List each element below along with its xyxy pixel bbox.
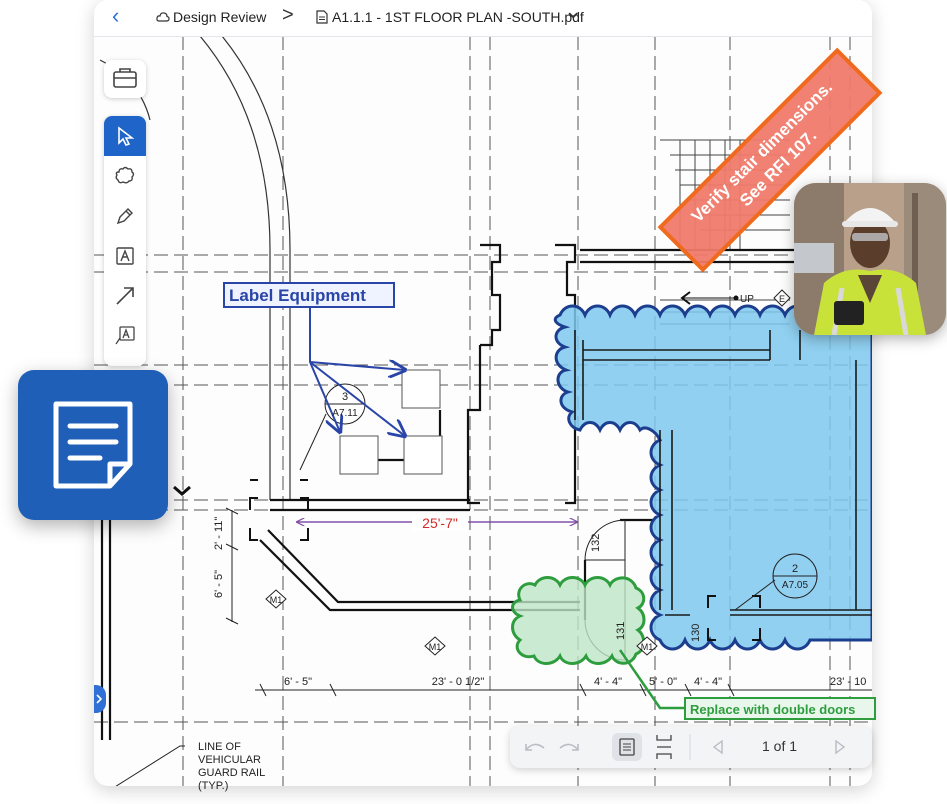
briefcase-icon — [104, 60, 146, 98]
previous-page-icon[interactable] — [714, 741, 722, 753]
dim-vertical-2: 6' - 5" — [213, 570, 225, 598]
detail2-sheet: A7.05 — [782, 580, 809, 591]
room-130: 130 — [690, 624, 702, 642]
text-tool[interactable] — [104, 236, 146, 276]
arrow-icon — [113, 284, 137, 308]
chevron-right-icon — [94, 685, 106, 713]
page-indicator: 1 of 1 — [762, 738, 797, 754]
dim-3: 4' - 4" — [594, 676, 622, 688]
callout-tool[interactable] — [104, 316, 146, 356]
arrow-tool[interactable] — [104, 276, 146, 316]
breadcrumb-separator: > — [282, 4, 294, 26]
detail2-number: 2 — [792, 563, 798, 575]
room-132: 132 — [590, 534, 602, 552]
dim-1: 6' - 5" — [284, 676, 312, 688]
dim-vertical-1: 2' - 11" — [213, 517, 225, 550]
dim-4: 5' - 0" — [649, 676, 677, 688]
cloud-icon — [113, 164, 137, 188]
project-name: Design Review — [173, 9, 266, 25]
portfolio-button[interactable] — [104, 60, 146, 98]
redo-icon[interactable] — [560, 744, 578, 750]
dim-5: 4' - 4" — [694, 676, 722, 688]
note-icon — [18, 370, 168, 520]
detail-number: 3 — [342, 391, 348, 403]
continuous-scroll-icon[interactable] — [657, 735, 671, 759]
undo-icon[interactable] — [526, 744, 544, 750]
cloud-tool[interactable] — [104, 156, 146, 196]
dimension-label[interactable]: 25'-7" — [422, 515, 458, 531]
next-page-icon[interactable] — [836, 741, 844, 753]
label-equipment-text[interactable]: Label Equipment — [229, 286, 366, 305]
tag-m1: M1 — [641, 642, 654, 652]
detail-sheet: A7.11 — [332, 408, 358, 419]
pen-tool[interactable] — [104, 196, 146, 236]
file-name: A1.1.1 - 1ST FLOOR PLAN -SOUTH.pdf — [332, 9, 584, 25]
up-label: UP — [740, 294, 754, 305]
note-line-4: (TYP.) — [198, 780, 228, 792]
chevron-down-icon[interactable]: ⌄ — [564, 0, 582, 22]
project-icon — [156, 10, 170, 24]
note-line-1: LINE OF — [198, 741, 241, 753]
green-cloud-markup — [513, 578, 645, 664]
note-line-2: VEHICULAR — [198, 754, 261, 766]
note-line-3: GUARD RAIL — [198, 767, 265, 779]
callout-icon — [113, 324, 137, 348]
collaborator-avatar — [794, 183, 946, 335]
tag-m1: M1 — [270, 595, 283, 605]
file-icon — [316, 10, 328, 24]
dim-6: 23' - 10 — [830, 676, 866, 688]
pointer-icon — [114, 125, 136, 147]
markup-toolbar — [104, 116, 146, 366]
room-131: 131 — [615, 622, 627, 640]
page-navigation-bar: 1 of 1 — [510, 726, 872, 768]
select-tool[interactable] — [104, 116, 146, 156]
pen-icon — [114, 205, 136, 227]
dim-2: 23' - 0 1/2" — [432, 676, 485, 688]
text-icon — [114, 245, 136, 267]
back-button[interactable]: ‹ — [112, 4, 119, 28]
tag-e: E — [779, 294, 785, 304]
note-tool-tile[interactable] — [18, 370, 168, 520]
breadcrumb-project[interactable]: Design Review — [156, 8, 266, 26]
document-header: ‹ Design Review > A1.1.1 - 1ST FLOOR PLA… — [94, 0, 872, 37]
green-callout-text[interactable]: Replace with double doors — [690, 702, 855, 717]
breadcrumb-file[interactable]: A1.1.1 - 1ST FLOOR PLAN -SOUTH.pdf — [316, 8, 584, 26]
side-panel-toggle[interactable] — [94, 685, 106, 713]
tag-m1: M1 — [429, 642, 442, 652]
